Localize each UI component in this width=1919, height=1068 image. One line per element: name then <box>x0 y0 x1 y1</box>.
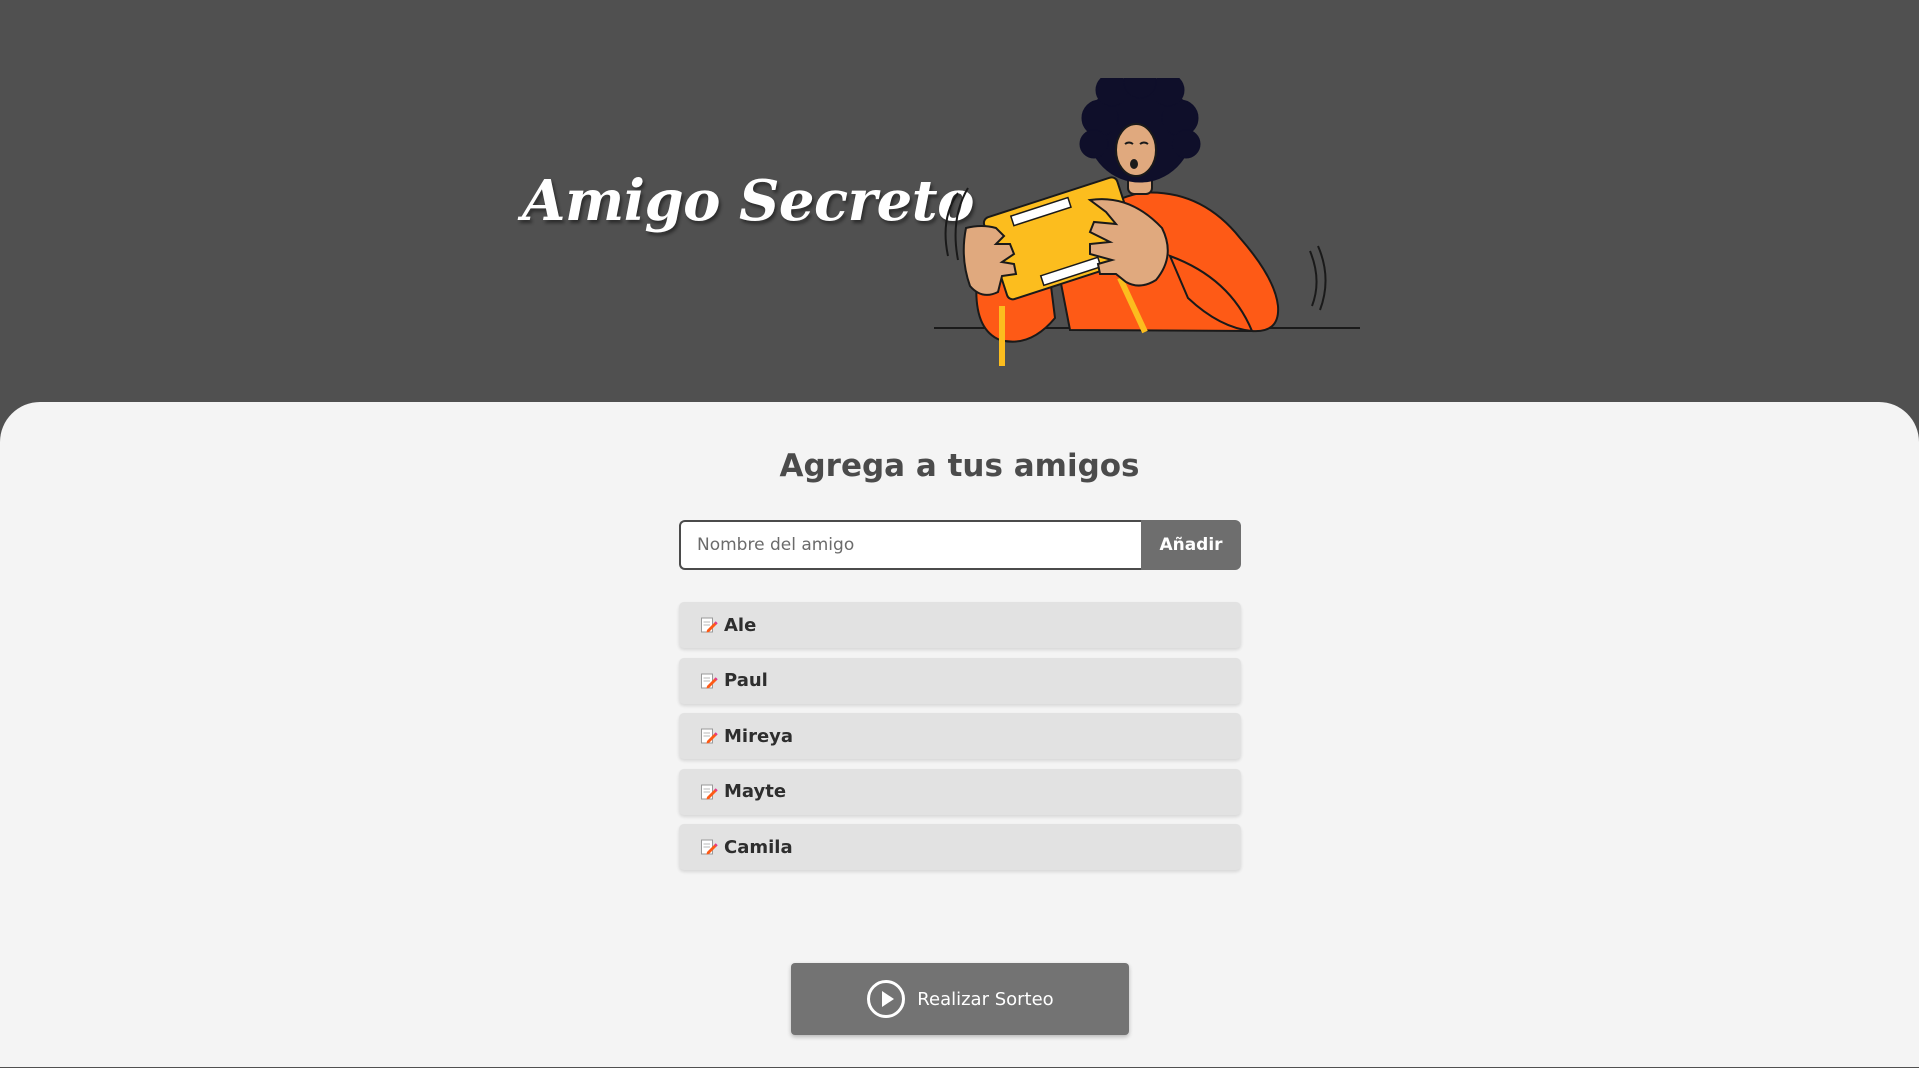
list-item: Paul <box>679 657 1241 704</box>
memo-icon <box>701 673 718 688</box>
friend-name: Mayte <box>724 781 787 802</box>
friend-list: Ale Paul Mireya Mayte Camila <box>679 602 1241 880</box>
list-item: Camila <box>679 824 1241 870</box>
memo-icon <box>701 728 718 744</box>
play-icon <box>867 980 906 1018</box>
list-item: Ale <box>679 602 1241 648</box>
main-panel: Agrega a tus amigos Añadir Ale Paul <box>0 402 1919 1068</box>
add-friend-button[interactable]: Añadir <box>1141 520 1241 570</box>
friend-name: Mireya <box>724 725 794 747</box>
header: Amigo Secreto <box>0 0 1919 402</box>
friend-name: Camila <box>724 836 793 858</box>
memo-icon <box>701 784 718 799</box>
friend-name: Paul <box>724 670 768 691</box>
list-item: Mireya <box>679 713 1241 759</box>
list-item: Mayte <box>679 768 1241 815</box>
page-title: Amigo Secreto <box>522 168 975 234</box>
person-holding-gift-box-illustration <box>934 78 1360 366</box>
friend-name-input[interactable] <box>679 520 1141 570</box>
friend-name: Ale <box>724 614 757 636</box>
section-title: Agrega a tus amigos <box>779 448 1140 484</box>
draw-button[interactable]: Realizar Sorteo <box>791 963 1129 1035</box>
add-friend-form: Añadir <box>679 520 1241 570</box>
draw-button-label: Realizar Sorteo <box>917 988 1054 1010</box>
memo-icon <box>701 617 718 633</box>
memo-icon <box>701 839 718 855</box>
